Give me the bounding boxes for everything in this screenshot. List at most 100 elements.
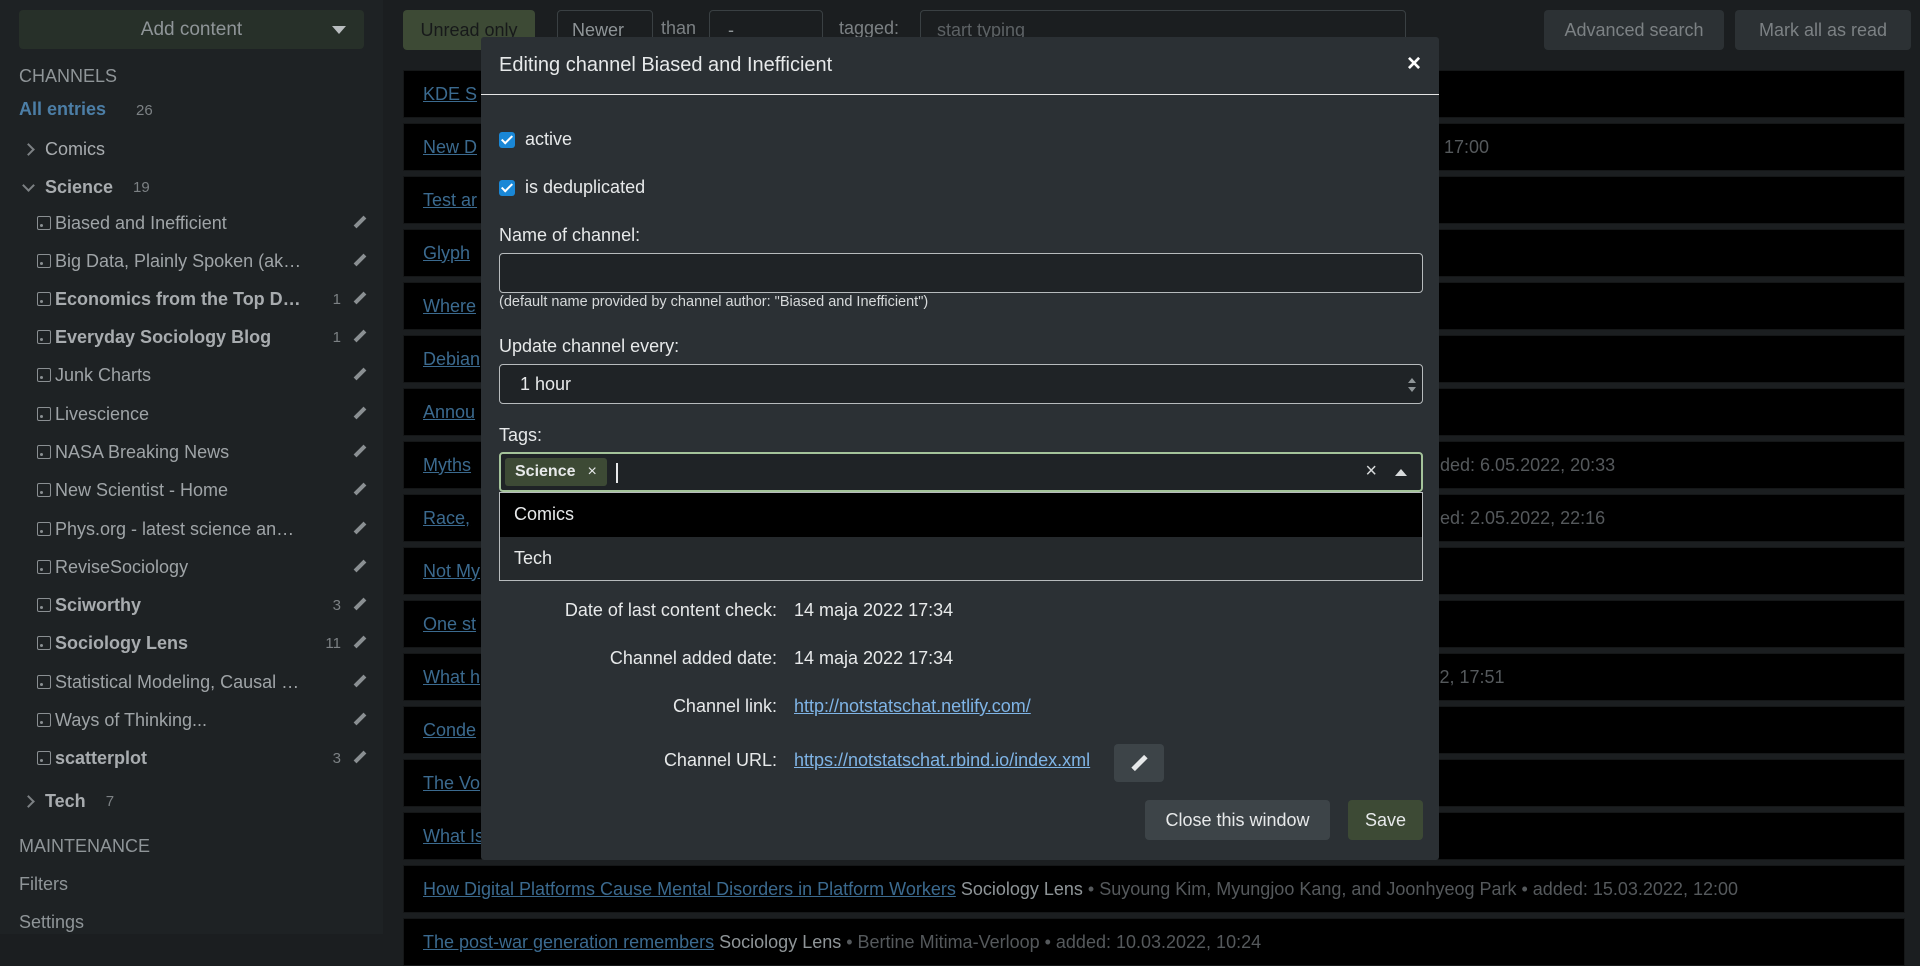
than-label: than [661,18,697,38]
entry-title-link[interactable]: How Digital Platforms Cause Mental Disor… [423,879,956,900]
pencil-icon[interactable] [353,598,367,612]
entry-feed: Sociology Lens [719,931,842,952]
entry-title-link[interactable]: Race, [423,508,470,529]
tag-option-tech[interactable]: Tech [500,537,1422,581]
modal-header: Editing channel Biased and Inefficient × [481,37,1439,95]
entry-title-link[interactable]: Where [423,296,476,317]
pencil-icon[interactable] [353,675,367,689]
channel-item[interactable]: Big Data, Plainly Spoken (ak… [37,249,367,273]
channel-item[interactable]: Ways of Thinking... [37,708,367,732]
chevron-up-icon[interactable] [1395,469,1407,476]
update-interval-select[interactable]: 1 hour [499,364,1423,404]
entry-title-link[interactable]: KDE S [423,84,477,105]
entry-title-link[interactable]: Test ar [423,190,477,211]
channel-url-link[interactable]: https://notstatschat.rbind.io/index.xml [794,750,1090,771]
chevron-right-icon[interactable] [22,795,35,808]
channel-item[interactable]: Phys.org - latest science an… [37,517,367,541]
group-comics[interactable]: Comics [22,139,105,160]
entry-title-link[interactable]: What h [423,667,480,688]
tag-option-comics[interactable]: Comics [500,493,1422,537]
pencil-icon[interactable] [353,330,367,344]
chevron-down-icon[interactable] [22,179,35,192]
channel-item[interactable]: Everyday Sociology Blog 1 [37,325,367,349]
channel-item[interactable]: Sociology Lens 11 [37,631,367,655]
entry-title-link[interactable]: Glyph [423,243,470,264]
entry-title-link[interactable]: The Vo [423,773,480,794]
add-content-button[interactable]: Add content [19,10,364,49]
channel-item[interactable]: scatterplot 3 [37,746,367,770]
channel-item[interactable]: Statistical Modeling, Causal … [37,670,367,694]
channel-count: 3 [332,749,341,767]
channel-link[interactable]: http://notstatschat.netlify.com/ [794,696,1031,717]
edit-channel-modal: Editing channel Biased and Inefficient ×… [481,37,1439,860]
advanced-search-button[interactable]: Advanced search [1544,10,1724,50]
tags-multiselect[interactable]: Science × × [499,452,1423,492]
dedup-checkbox[interactable] [499,179,515,196]
channel-item[interactable]: ReviseSociology [37,555,367,579]
pencil-icon[interactable] [353,445,367,459]
modal-title: Editing channel Biased and Inefficient [499,54,833,76]
settings-link[interactable]: Settings [19,912,84,933]
channel-label: Phys.org - latest science an… [55,518,295,539]
close-window-button[interactable]: Close this window [1145,800,1330,840]
pencil-icon[interactable] [353,713,367,727]
pencil-icon[interactable] [353,483,367,497]
group-count: 7 [105,793,115,810]
tag-chip-label: Science [515,463,576,480]
last-check-label: Date of last content check: [564,600,777,620]
pencil-icon[interactable] [353,560,367,574]
rss-icon [37,598,51,612]
active-checkbox[interactable] [499,131,515,148]
channel-label: Economics from the Top D… [55,288,301,309]
channel-url-label: Channel URL: [663,750,777,770]
added-date-value: 14 maja 2022 17:34 [794,648,954,668]
group-tech[interactable]: Tech 7 [22,791,115,812]
name-help-text: (default name provided by channel author… [499,294,929,310]
remove-tag-icon[interactable]: × [587,463,596,481]
channel-item[interactable]: NASA Breaking News [37,440,367,464]
pencil-icon[interactable] [353,292,367,306]
entry-title-link[interactable]: Myths [423,455,471,476]
pencil-icon[interactable] [353,216,367,230]
close-icon[interactable]: × [1407,50,1421,78]
active-checkbox-row[interactable]: active [499,129,572,150]
channel-name-input[interactable] [499,253,1423,293]
entry-title-link[interactable]: What Is [423,826,484,847]
clear-tags-icon[interactable]: × [1365,460,1377,483]
pencil-icon[interactable] [353,636,367,650]
dedup-checkbox-row[interactable]: is deduplicated [499,177,645,198]
chevron-right-icon[interactable] [22,143,35,156]
channel-item[interactable]: Sciworthy 3 [37,593,367,617]
group-science[interactable]: Science 19 [22,177,150,198]
channel-item[interactable]: Livescience [37,402,367,426]
save-button[interactable]: Save [1348,800,1423,840]
entry-title-link[interactable]: Debian [423,349,480,370]
channel-count: 11 [325,634,341,652]
dedup-label: is deduplicated [525,177,646,197]
edit-url-button[interactable] [1114,744,1164,782]
entry-title-link[interactable]: One st [423,614,476,635]
entry-title-link[interactable]: Annou [423,402,475,423]
group-label: Tech [45,791,86,811]
pencil-icon[interactable] [353,254,367,268]
update-label: Update channel every: [499,336,680,356]
channel-label: Sociology Lens [55,632,189,653]
pencil-icon[interactable] [353,751,367,765]
entry-row: The post-war generation remembers Sociolo… [403,918,1905,966]
channel-item[interactable]: New Scientist - Home [37,478,367,502]
channel-item[interactable]: Biased and Inefficient [37,211,367,235]
filters-link[interactable]: Filters [19,874,68,895]
entry-title-link[interactable]: New D [423,137,477,158]
entry-title-link[interactable]: The post-war generation remembers [423,932,714,953]
rss-icon [37,368,51,382]
channel-item[interactable]: Junk Charts [37,363,367,387]
channel-item[interactable]: Economics from the Top D… 1 [37,287,367,311]
pencil-icon[interactable] [353,522,367,536]
entry-title-link[interactable]: Conde [423,720,476,741]
pencil-icon[interactable] [353,407,367,421]
mark-all-read-button[interactable]: Mark all as read [1735,10,1911,50]
all-entries-link[interactable]: All entries [19,99,106,120]
pencil-icon[interactable] [353,368,367,382]
entry-title-link[interactable]: Not My [423,561,480,582]
added-date-label: Channel added date: [609,648,777,668]
